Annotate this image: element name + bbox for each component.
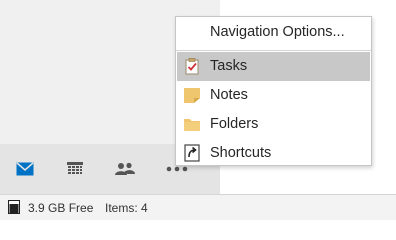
nav-people-button[interactable] [100,144,150,194]
menu-item-tasks[interactable]: Tasks [177,52,370,81]
mail-icon [16,162,34,176]
menu-item-label: Tasks [210,58,248,74]
shortcuts-icon [184,144,200,162]
people-icon [115,162,135,175]
menu-item-label: Shortcuts [210,145,272,161]
navigation-options-menu: Navigation Options... Tasks Notes Folder… [175,16,372,166]
menu-item-label: Folders [210,116,259,132]
menu-item-notes[interactable]: Notes [177,81,370,110]
menu-item-folders[interactable]: Folders [177,110,370,139]
folder-icon [184,119,200,131]
menu-separator [176,50,371,51]
tasks-icon [185,58,199,75]
storage-free-text: 3.9 GB Free [28,201,94,215]
item-count-text: Items: 4 [105,201,148,215]
nav-calendar-button[interactable] [50,144,100,194]
navigation-options-item[interactable]: Navigation Options... [176,17,371,48]
notes-icon [184,88,200,103]
storage-icon [8,200,20,214]
calendar-icon [67,162,83,174]
mail-app-window: Navigation Options... Tasks Notes Folder… [0,0,396,220]
status-bar: 3.9 GB Free Items: 4 [0,194,396,220]
nav-mail-button[interactable] [0,144,50,194]
menu-item-label: Notes [210,87,248,103]
menu-item-shortcuts[interactable]: Shortcuts [177,139,370,168]
